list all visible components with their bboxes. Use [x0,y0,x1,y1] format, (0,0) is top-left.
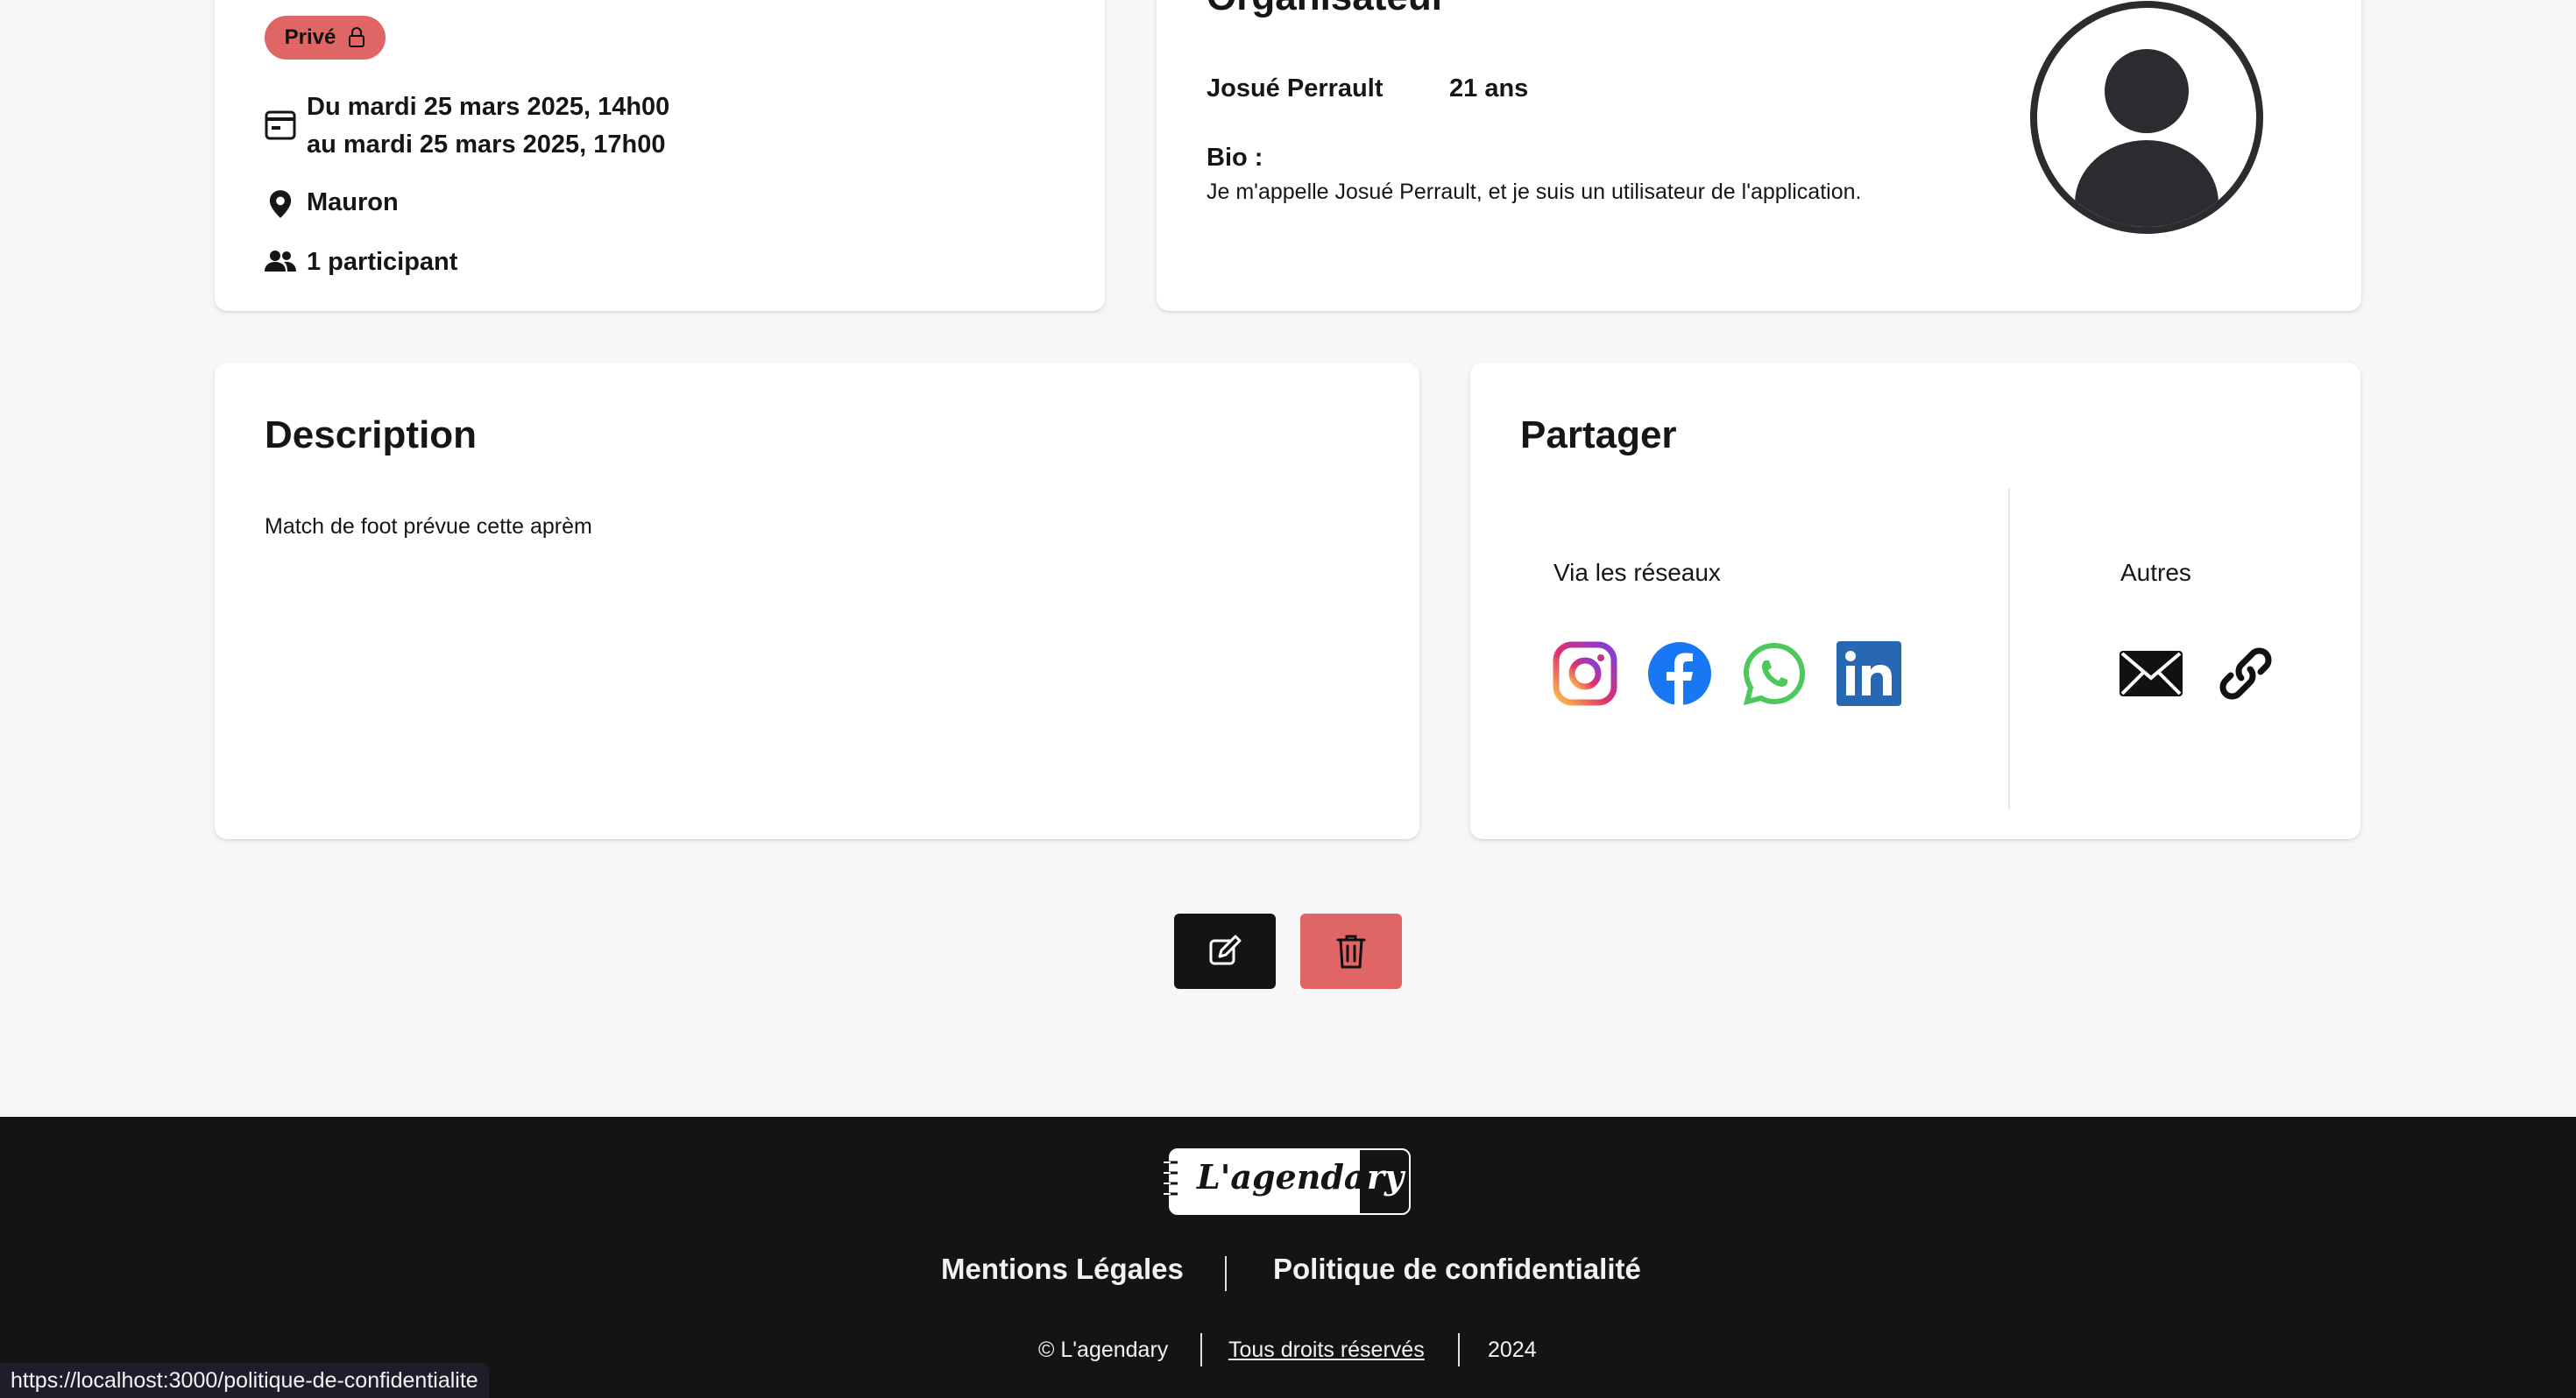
delete-button[interactable] [1300,914,1402,989]
envelope-icon[interactable] [2119,641,2183,706]
instagram-icon[interactable] [1553,641,1617,706]
status-url: https://localhost:3000/politique-de-conf… [11,1367,478,1393]
event-date: Du mardi 25 mars 2025, 14h00 au mardi 25… [307,88,669,164]
privacy-link[interactable]: Politique de confidentialité [1273,1253,1641,1286]
pencil-icon [1209,935,1242,965]
bio-label: Bio : [1207,144,1263,172]
trash-icon [1336,935,1366,969]
footer-divider-1 [1225,1256,1227,1291]
organizer-heading: Organisateur [1207,0,1447,19]
event-location: Mauron [307,188,399,216]
linkedin-icon[interactable] [1836,641,1901,706]
logo-text-main: L'agenda [1197,1157,1366,1197]
privacy-badge: Privé [265,16,386,60]
calendar-icon [265,110,296,140]
link-icon[interactable] [2213,641,2278,706]
event-participants: 1 participant [307,248,458,276]
organizer-age: 21 ans [1449,74,1529,102]
location-pin-icon [269,190,292,218]
networks-label: Via les réseaux [1553,559,1721,586]
whatsapp-icon[interactable] [1742,641,1807,706]
footer-divider-2 [1200,1333,1202,1366]
description-text: Match de foot prévue cette aprèm [265,514,592,539]
description-title: Description [265,413,478,456]
facebook-icon[interactable] [1647,641,1712,706]
legal-link[interactable]: Mentions Légales [941,1253,1184,1286]
share-title: Partager [1520,413,1677,456]
others-label: Autres [2120,559,2191,586]
footer-divider-3 [1458,1333,1460,1366]
copyright: © L'agendary [1038,1338,1169,1362]
event-date-end: au mardi 25 mars 2025, 17h00 [307,131,666,159]
status-bar-url: https://localhost:3000/politique-de-conf… [0,1363,489,1398]
privacy-label: Privé [284,25,336,49]
year: 2024 [1488,1338,1537,1362]
event-date-start: Du mardi 25 mars 2025, 14h00 [307,93,670,121]
organizer-name: Josué Perrault [1207,74,1384,102]
avatar-icon [2030,1,2263,234]
users-icon [265,251,296,272]
bio-text: Je m'appelle Josué Perrault, et je suis … [1207,180,1862,204]
lock-icon [349,27,365,47]
edit-button[interactable] [1174,914,1276,989]
share-divider [2008,489,2010,809]
logo[interactable]: L'agenda ry [1164,1148,1412,1215]
spiral-binding-icon [1164,1161,1178,1196]
rights-link[interactable]: Tous droits réservés [1228,1338,1425,1363]
logo-text-end: ry [1367,1157,1405,1197]
